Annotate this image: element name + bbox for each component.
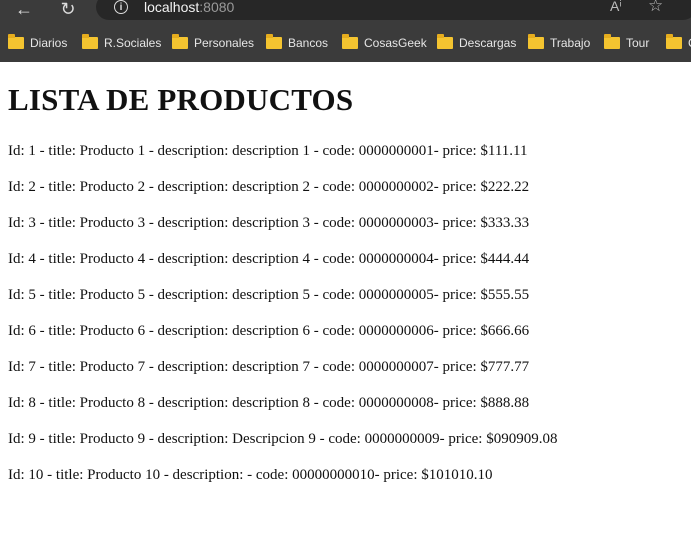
bookmark-label: Bancos <box>288 36 329 50</box>
folder-icon <box>342 34 358 49</box>
product-item: Id: 5 - title: Producto 5 - description:… <box>8 287 530 303</box>
bookmark-diarios[interactable]: Diarios <box>8 31 67 55</box>
folder-icon <box>266 34 282 49</box>
bookmark-label: Diarios <box>30 36 68 50</box>
folder-icon <box>437 34 453 49</box>
address-bar[interactable]: i localhost:8080 Aⁱ ☆ <box>96 0 691 20</box>
back-arrow-icon[interactable]: ← <box>12 0 36 20</box>
product-item: Id: 6 - title: Producto 6 - description:… <box>8 323 530 339</box>
bookmark-c[interactable]: C <box>666 31 691 55</box>
folder-icon <box>172 34 188 49</box>
bookmark-label: CosasGeek <box>364 36 427 50</box>
bookmark-tour[interactable]: Tour <box>604 31 649 55</box>
bookmark-label: Trabajo <box>550 36 591 50</box>
page-title: LISTA DE PRODUCTOS <box>8 82 354 117</box>
product-item: Id: 9 - title: Producto 9 - description:… <box>8 431 558 447</box>
bookmark-cosasgeek[interactable]: CosasGeek <box>342 31 427 55</box>
browser-chrome: ← ↻ i localhost:8080 Aⁱ ☆ Diarios R.Soci… <box>0 0 691 62</box>
bookmark-bancos[interactable]: Bancos <box>266 31 328 55</box>
bookmark-personales[interactable]: Personales <box>172 31 254 55</box>
bookmark-label: Personales <box>194 36 255 50</box>
product-item: Id: 3 - title: Producto 3 - description:… <box>8 215 530 231</box>
bookmark-label: R.Sociales <box>104 36 162 50</box>
reload-icon[interactable]: ↻ <box>56 0 80 20</box>
read-aloud-icon[interactable]: Aⁱ <box>610 0 622 15</box>
product-item: Id: 2 - title: Producto 2 - description:… <box>8 179 530 195</box>
bookmark-label: Descargas <box>459 36 517 50</box>
browser-toolbar: ← ↻ i localhost:8080 Aⁱ ☆ <box>0 0 691 22</box>
folder-icon <box>8 34 24 49</box>
folder-icon <box>82 34 98 49</box>
folder-icon <box>528 34 544 49</box>
product-item: Id: 8 - title: Producto 8 - description:… <box>8 395 530 411</box>
url-host: localhost <box>144 0 200 15</box>
page-content: LISTA DE PRODUCTOS Id: 1 - title: Produc… <box>0 62 691 546</box>
star-icon[interactable]: ☆ <box>648 0 663 16</box>
product-item: Id: 7 - title: Producto 7 - description:… <box>8 359 530 375</box>
bookmark-trabajo[interactable]: Trabajo <box>528 31 590 55</box>
folder-icon <box>604 34 620 49</box>
product-item: Id: 4 - title: Producto 4 - description:… <box>8 251 530 267</box>
info-icon[interactable]: i <box>114 0 128 14</box>
bookmark-rsociales[interactable]: R.Sociales <box>82 31 161 55</box>
bookmark-descargas[interactable]: Descargas <box>437 31 516 55</box>
product-item: Id: 10 - title: Producto 10 - descriptio… <box>8 467 493 483</box>
product-item: Id: 1 - title: Producto 1 - description:… <box>8 143 528 159</box>
product-list: Id: 1 - title: Producto 1 - description:… <box>8 142 557 502</box>
bookmark-label: Tour <box>626 36 650 50</box>
url-port: :8080 <box>199 0 235 15</box>
url-text[interactable]: localhost:8080 <box>144 0 234 15</box>
bookmarks-bar: Diarios R.Sociales Personales Bancos Cos… <box>0 31 691 55</box>
folder-icon <box>666 34 682 49</box>
